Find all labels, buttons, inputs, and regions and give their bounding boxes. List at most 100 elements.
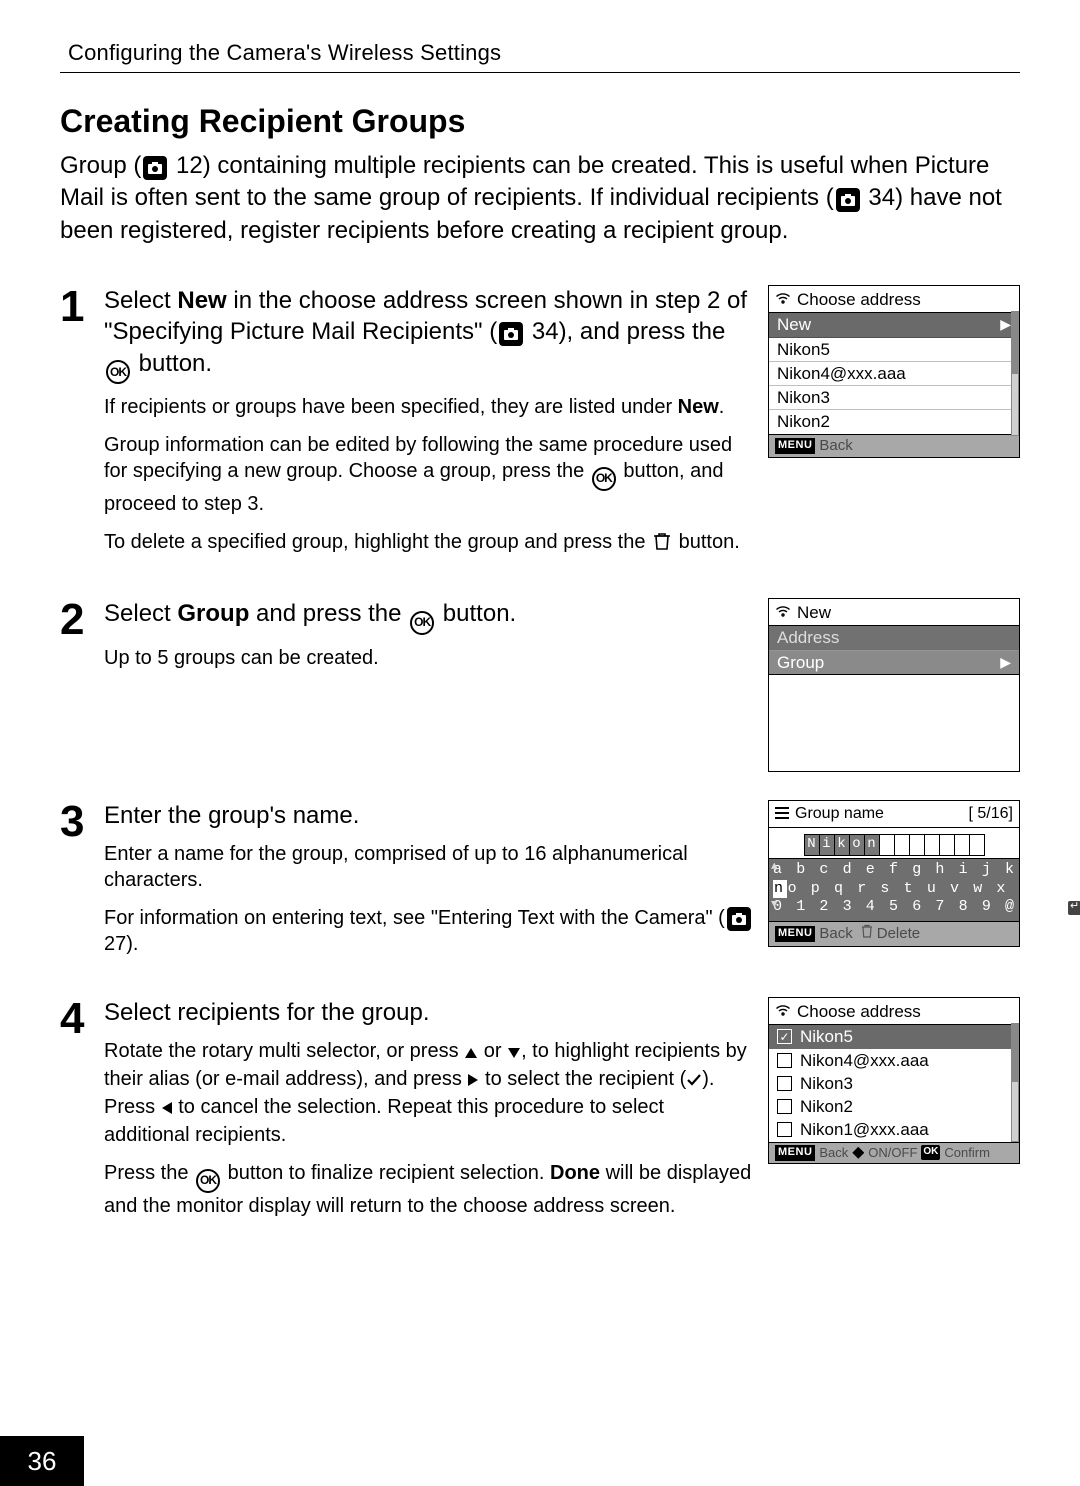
step-number: 2 xyxy=(60,598,104,642)
intro-ref1: 12 xyxy=(169,152,202,179)
lcd1-row: Nikon2 xyxy=(769,410,1019,433)
step-1: 1 Select New in the choose address scree… xyxy=(60,285,1020,570)
step4-heading: Select recipients for the group. xyxy=(104,997,754,1028)
t: Select xyxy=(104,600,177,627)
t: Group xyxy=(177,600,249,627)
checkbox-checked-icon: ✓ xyxy=(777,1029,792,1044)
section-title: Creating Recipient Groups xyxy=(60,103,1020,140)
t: Press the xyxy=(104,1162,194,1184)
intro-ref2: 34 xyxy=(862,184,895,211)
step-2: 2 Select Group and press the OK button. … xyxy=(60,598,1020,772)
down-triangle-icon xyxy=(507,1040,521,1066)
lcd3-keyboard: ▲ a b c d e f g h i j k l m◀▶ n o p q r … xyxy=(769,858,1019,921)
camera-icon xyxy=(499,322,523,346)
t: New xyxy=(777,314,811,335)
t: and press the xyxy=(249,600,408,627)
input-cell xyxy=(969,834,985,856)
lcd1-row-new: New ▶ xyxy=(769,313,1019,337)
lcd3-input: Nikon xyxy=(777,834,1011,854)
wifi-icon xyxy=(775,289,791,310)
checkbox-icon xyxy=(777,1076,792,1091)
step-number: 4 xyxy=(60,997,104,1041)
trash-icon xyxy=(861,924,873,944)
lcd1-back: Back xyxy=(819,437,852,456)
t: button. xyxy=(132,350,212,377)
wifi-icon xyxy=(775,1001,791,1022)
t: New xyxy=(678,396,719,418)
t: Rotate the rotary multi selector, or pre… xyxy=(104,1040,464,1062)
input-cell: o xyxy=(849,834,864,856)
t: button to finalize recipient selection. xyxy=(222,1162,550,1184)
up-triangle-icon xyxy=(464,1040,478,1066)
lcd1-row: Nikon3 xyxy=(769,386,1019,410)
dpad-icon xyxy=(852,1147,864,1159)
ok-button-icon: OK xyxy=(196,1169,220,1193)
step1-note1: If recipients or groups have been specif… xyxy=(104,394,754,420)
t: Select xyxy=(104,287,177,314)
lcd4-row-label: Nikon2 xyxy=(800,1096,853,1117)
lcd1-row: Nikon5 xyxy=(769,338,1019,362)
t: ), and press the xyxy=(559,318,726,345)
running-head: Configuring the Camera's Wireless Settin… xyxy=(60,38,1020,73)
cursor-left-icon: ◀ xyxy=(1067,862,1080,878)
t: . xyxy=(719,396,725,418)
menu-tag-icon: MENU xyxy=(775,1145,815,1161)
t: to cancel the selection. Repeat this pro… xyxy=(104,1096,664,1146)
input-cell: i xyxy=(819,834,834,856)
intro-paragraph: Group ( 12) containing multiple recipien… xyxy=(60,150,1020,247)
ok-tag-icon: OK xyxy=(921,1145,940,1160)
t: a b c d e f g h i j k l m xyxy=(773,861,1063,880)
lcd4-row: Nikon2 xyxy=(769,1095,1019,1118)
input-cell xyxy=(954,834,969,856)
enter-icon: ↵ xyxy=(1067,900,1080,916)
lcd4-title: Choose address xyxy=(797,1001,921,1022)
check-icon xyxy=(686,1068,702,1094)
lcd-screenshot-4: Choose address ✓Nikon5Nikon4@xxx.aaaNiko… xyxy=(768,997,1020,1164)
lcd4-back: Back xyxy=(819,1145,848,1161)
ok-button-icon: OK xyxy=(106,360,130,384)
lcd3-counter: [ 5/16] xyxy=(969,804,1013,824)
lcd-screenshot-1: Choose address New▶ Nikon5 Nikon4@xxx.aa… xyxy=(768,285,1020,458)
input-cell xyxy=(894,834,909,856)
lcd4-row: Nikon3 xyxy=(769,1072,1019,1095)
lcd4-row-label: Nikon5 xyxy=(800,1026,853,1047)
t: If recipients or groups have been specif… xyxy=(104,396,678,418)
t: 34 xyxy=(525,318,558,345)
t: button. xyxy=(436,600,516,627)
right-triangle-icon xyxy=(467,1068,479,1094)
input-cell xyxy=(879,834,894,856)
t: 27 xyxy=(104,933,126,955)
t: Group xyxy=(777,652,824,673)
t: button. xyxy=(673,531,740,553)
camera-icon xyxy=(836,188,860,212)
wifi-icon xyxy=(775,602,791,623)
step2-heading: Select Group and press the OK button. xyxy=(104,598,754,635)
step3-heading: Enter the group's name. xyxy=(104,800,754,831)
lcd4-confirm: Confirm xyxy=(944,1145,990,1161)
input-cell xyxy=(909,834,924,856)
input-cell xyxy=(924,834,939,856)
step-3: 3 Enter the group's name. Enter a name f… xyxy=(60,800,1020,969)
keyboard-cursor: n xyxy=(773,880,787,899)
up-arrow-icon: ▲ xyxy=(771,861,780,875)
lcd4-row-label: Nikon3 xyxy=(800,1073,853,1094)
menu-tag-icon: MENU xyxy=(775,926,815,942)
t: 0 1 2 3 4 5 6 7 8 9 @ . – xyxy=(773,898,1063,917)
lcd3-back: Back xyxy=(819,925,852,944)
lcd3-delete: Delete xyxy=(877,925,920,944)
input-cell: N xyxy=(804,834,819,856)
chevron-right-icon: ▶ xyxy=(1000,316,1011,334)
checkbox-icon xyxy=(777,1099,792,1114)
scrollbar xyxy=(1011,1023,1019,1142)
t: ). xyxy=(126,933,138,955)
lcd-screenshot-3: Group name [ 5/16] Nikon ▲ a b c d e f g… xyxy=(768,800,1020,947)
lcd4-row-label: Nikon4@xxx.aaa xyxy=(800,1050,929,1071)
lcd2-row-group: Group▶ xyxy=(769,651,1019,674)
lcd2-row: Address xyxy=(769,626,1019,650)
t: to select the recipient ( xyxy=(479,1068,686,1090)
lcd4-onoff: ON/OFF xyxy=(868,1145,917,1161)
lcd4-row: ✓ Nikon5 xyxy=(769,1025,1019,1048)
lcd3-title: Group name xyxy=(795,805,884,822)
input-cell xyxy=(939,834,954,856)
step3-note1: Enter a name for the group, comprised of… xyxy=(104,841,754,893)
